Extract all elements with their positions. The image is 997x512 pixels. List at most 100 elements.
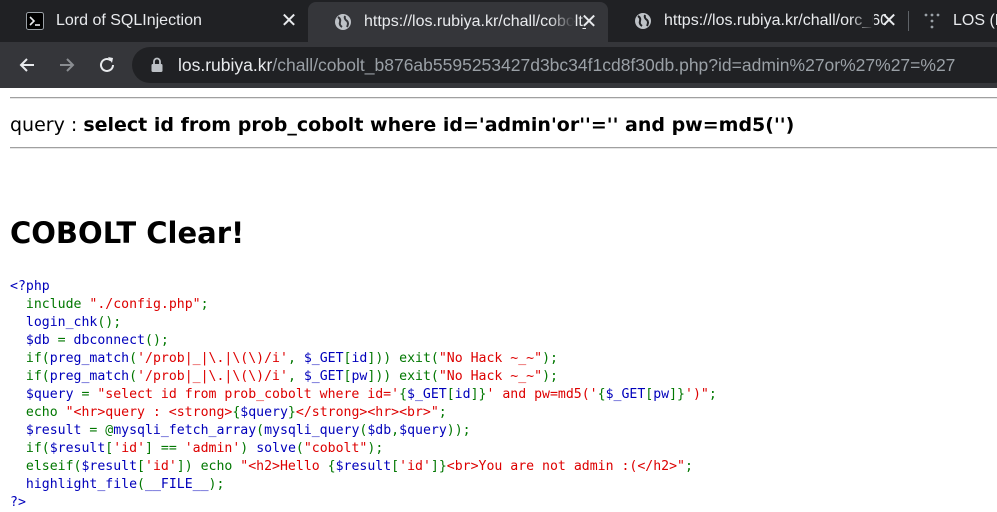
tab-lord-of-sqlinjection[interactable]: Lord of SQLInjection ✕ (0, 0, 308, 42)
lock-icon[interactable] (150, 57, 164, 73)
dots-icon (924, 13, 940, 29)
code-token: highlight_file (10, 477, 138, 492)
code-line: $db = dbconnect(); (10, 332, 717, 350)
code-token: '/prob|_|\.|\(\)/i' (137, 351, 288, 366)
tab-title: LOS (Lord (953, 12, 997, 29)
code-token: )); (446, 423, 471, 438)
code-token: 'id' (145, 459, 177, 474)
browser-toolbar: los.rubiya.kr/chall/cobolt_b876ab5595253… (0, 42, 997, 88)
code-token: ]} (430, 459, 447, 474)
code-token: 'admin' (184, 441, 241, 456)
code-token: ( (137, 477, 145, 492)
url-path: /chall/cobolt_b876ab5595253427d3bc34f1cd… (272, 55, 956, 75)
code-token: $query (399, 423, 447, 438)
code-line: elseif($result['id']) echo "<h2>Hello {$… (10, 458, 717, 476)
code-token: $_GET (407, 387, 447, 402)
code-token: , (287, 351, 304, 366)
code-token: __FILE__ (145, 477, 209, 492)
query-line: query : select id from prob_cobolt where… (10, 114, 794, 136)
tab-title: Lord of SQLInjection (56, 12, 202, 29)
code-token: { (399, 387, 408, 402)
globe-icon (335, 14, 351, 30)
close-tab-icon[interactable]: ✕ (880, 11, 898, 31)
code-token: "No Hack ~_~" (438, 369, 543, 384)
divider-bottom (10, 147, 997, 149)
code-token: id (351, 351, 368, 366)
terminal-icon (26, 12, 44, 30)
code-token: ( (256, 423, 265, 438)
code-token: { (597, 387, 606, 402)
code-token: pw (653, 387, 670, 402)
divider-top (10, 97, 997, 99)
code-line: if(preg_match('/prob|_|\.|\(\)/i', $_GET… (10, 350, 717, 368)
code-token: preg_match (49, 369, 130, 384)
code-token: ]} (470, 387, 487, 402)
forward-button[interactable] (52, 50, 82, 80)
code-token: ]) echo (176, 459, 241, 474)
reload-icon (100, 57, 114, 72)
code-line: ?> (10, 494, 717, 512)
close-tab-icon[interactable]: ✕ (580, 12, 598, 32)
code-token: ')" (685, 387, 709, 402)
code-token: elseif( (25, 459, 82, 474)
tab-cobolt-active[interactable]: https://los.rubiya.kr/chall/cobolt_b876a… (308, 2, 608, 42)
url-host: los.rubiya.kr (178, 55, 273, 75)
code-token: } (287, 405, 296, 420)
code-token: if( (25, 351, 50, 366)
tab-orc[interactable]: https://los.rubiya.kr/chall/orc_60e5b360… (608, 0, 908, 42)
code-line: if($result['id'] == 'admin') solve("cobo… (10, 440, 717, 458)
forward-arrow-icon (60, 58, 75, 72)
code-token: "select id from prob_cobolt where id=' (97, 387, 400, 402)
code-token: $result (49, 441, 106, 456)
code-token: dbconnect (73, 333, 145, 348)
code-token: preg_match (49, 351, 130, 366)
code-token: ) (240, 441, 257, 456)
code-token: ]} (669, 387, 685, 402)
globe-icon (635, 13, 651, 29)
code-token: $db (10, 333, 58, 348)
tab-los[interactable]: LOS (Lord (909, 0, 997, 42)
code-token: 'id' (113, 441, 146, 456)
code-token: $_GET (303, 351, 344, 366)
code-token: ( (295, 441, 304, 456)
code-token: "No Hack ~_~" (438, 351, 543, 366)
code-token: ); (542, 351, 558, 366)
code-token: $query (10, 387, 82, 402)
code-token: ])) exit( (367, 369, 439, 384)
code-token: solve (256, 441, 296, 456)
code-token: [ (446, 387, 455, 402)
code-token: ); (208, 477, 225, 492)
code-token: $_GET (303, 369, 344, 384)
url-text[interactable]: los.rubiya.kr/chall/cobolt_b876ab5595253… (178, 47, 955, 83)
code-token: $result (10, 423, 90, 438)
code-token: "<h2>Hello (240, 459, 328, 474)
code-token: = (57, 333, 74, 348)
code-token: include (25, 297, 90, 312)
code-token: ; (708, 387, 717, 402)
address-bar[interactable]: los.rubiya.kr/chall/cobolt_b876ab5595253… (132, 47, 997, 83)
code-token: ( (129, 351, 138, 366)
close-tab-icon[interactable]: ✕ (280, 11, 298, 31)
code-token: mysqli_query (264, 423, 360, 438)
code-token: ' and pw=md5(' (486, 387, 598, 402)
code-line: highlight_file(__FILE__); (10, 476, 717, 494)
query-label: query : (10, 114, 84, 136)
clear-heading: COBOLT Clear! (10, 216, 245, 250)
code-token: id (454, 387, 471, 402)
code-token: ; (438, 405, 447, 420)
code-token: pw (351, 369, 368, 384)
code-line: <?php (10, 278, 717, 296)
code-line: echo "<hr>query : <strong>{$query}</stro… (10, 404, 717, 422)
back-button[interactable] (12, 50, 42, 80)
reload-button[interactable] (92, 50, 122, 80)
code-token: ); (542, 369, 558, 384)
code-token: (); (97, 315, 122, 330)
code-token: <?php (10, 279, 50, 294)
query-text: select id from prob_cobolt where id='adm… (83, 114, 795, 136)
code-token: ] == (145, 441, 185, 456)
code-token: ; (200, 297, 209, 312)
